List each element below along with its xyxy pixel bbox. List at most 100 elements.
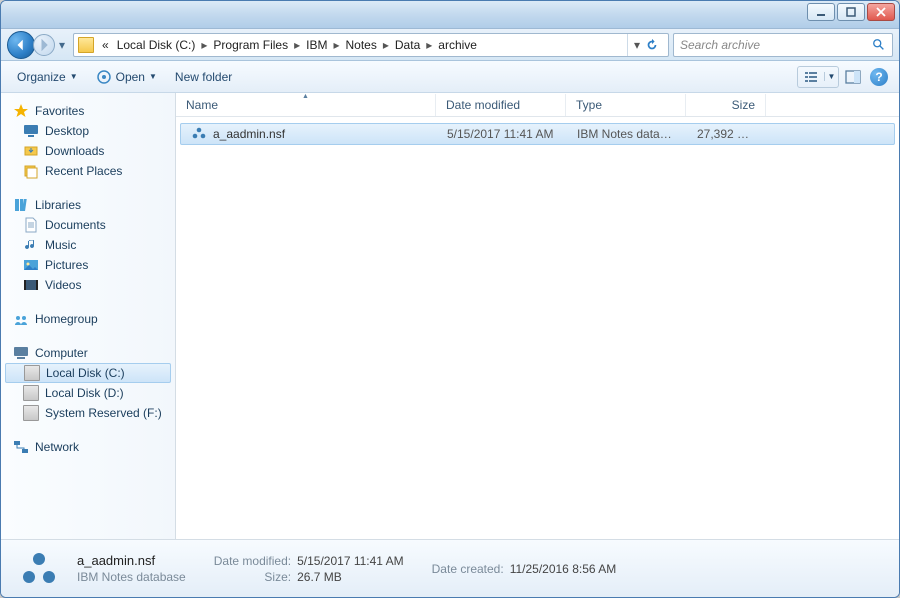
help-button[interactable]: ? (867, 65, 891, 89)
help-icon: ? (870, 68, 888, 86)
view-mode-selector[interactable]: ▼ (797, 66, 839, 88)
preview-pane-button[interactable] (841, 65, 865, 89)
libraries-label: Libraries (35, 198, 81, 212)
titlebar (1, 1, 899, 29)
minimize-button[interactable] (807, 3, 835, 21)
sidebar-item-label: Documents (45, 218, 106, 232)
homegroup-header[interactable]: Homegroup (1, 309, 175, 329)
favorites-group: Favorites Desktop Downloads Recent Place… (1, 101, 175, 181)
details-filename: a_aadmin.nsf (77, 553, 186, 568)
organize-button[interactable]: Organize ▼ (9, 66, 86, 88)
address-right-controls: ▾ (627, 34, 664, 56)
network-header[interactable]: Network (1, 437, 175, 457)
homegroup-group: Homegroup (1, 309, 175, 329)
chevron-right-icon: ▸ (292, 38, 302, 52)
favorites-label: Favorites (35, 104, 84, 118)
maximize-button[interactable] (837, 3, 865, 21)
favorites-header[interactable]: Favorites (1, 101, 175, 121)
nav-buttons: ▾ (7, 31, 69, 59)
pictures-icon (23, 257, 39, 273)
sidebar-item-desktop[interactable]: Desktop (1, 121, 175, 141)
breadcrumb-item[interactable]: IBM (302, 38, 331, 52)
details-size-value: 26.7 MB (297, 570, 404, 584)
details-name-block: a_aadmin.nsf IBM Notes database (77, 553, 186, 584)
details-attrs-2: Date created: 11/25/2016 8:56 AM (432, 562, 617, 576)
column-label: Date modified (446, 98, 520, 112)
breadcrumb-item[interactable]: Data (391, 38, 424, 52)
close-button[interactable] (867, 3, 895, 21)
chevron-right-icon: ▸ (331, 38, 341, 52)
libraries-group: Libraries Documents Music Pictures Video… (1, 195, 175, 295)
column-name[interactable]: Name ▲ (176, 94, 436, 116)
details-pane: a_aadmin.nsf IBM Notes database Date mod… (1, 539, 899, 597)
navigation-pane: Favorites Desktop Downloads Recent Place… (1, 93, 176, 539)
star-icon (13, 103, 29, 119)
column-headers: Name ▲ Date modified Type Size (176, 93, 899, 117)
search-icon (872, 38, 886, 52)
view-icon[interactable] (798, 70, 824, 84)
sidebar-item-videos[interactable]: Videos (1, 275, 175, 295)
libraries-icon (13, 197, 29, 213)
address-bar: ▾ « Local Disk (C:) ▸ Program Files ▸ IB… (1, 29, 899, 61)
open-button[interactable]: Open ▼ (88, 65, 165, 89)
forward-button[interactable] (33, 34, 55, 56)
sidebar-item-drive-c[interactable]: Local Disk (C:) (5, 363, 171, 383)
sidebar-item-label: Music (45, 238, 76, 252)
organize-label: Organize (17, 70, 66, 84)
view-dropdown[interactable]: ▼ (824, 72, 838, 81)
window-controls (807, 3, 895, 21)
sidebar-item-music[interactable]: Music (1, 235, 175, 255)
sidebar-item-label: Desktop (45, 124, 89, 138)
sidebar-item-downloads[interactable]: Downloads (1, 141, 175, 161)
drive-icon (23, 385, 39, 401)
refresh-button[interactable] (644, 37, 660, 53)
nav-history-dropdown[interactable]: ▾ (55, 35, 69, 55)
sidebar-item-drive-f[interactable]: System Reserved (F:) (1, 403, 175, 423)
sidebar-item-recent[interactable]: Recent Places (1, 161, 175, 181)
file-type-cell: IBM Notes database (567, 127, 687, 141)
details-filekind: IBM Notes database (77, 570, 186, 584)
file-large-icon (17, 547, 61, 591)
sidebar-item-pictures[interactable]: Pictures (1, 255, 175, 275)
drive-icon (24, 365, 40, 381)
back-button[interactable] (7, 31, 35, 59)
column-date[interactable]: Date modified (436, 94, 566, 116)
chevron-down-icon: ▼ (70, 72, 78, 81)
details-modified-value: 5/15/2017 11:41 AM (297, 554, 404, 568)
drive-icon (23, 405, 39, 421)
sidebar-item-drive-d[interactable]: Local Disk (D:) (1, 383, 175, 403)
column-type[interactable]: Type (566, 94, 686, 116)
search-input[interactable]: Search archive (673, 33, 893, 57)
file-name-cell: a_aadmin.nsf (181, 126, 437, 142)
sidebar-item-label: System Reserved (F:) (45, 406, 162, 420)
content-area: Favorites Desktop Downloads Recent Place… (1, 93, 899, 539)
file-row[interactable]: a_aadmin.nsf 5/15/2017 11:41 AM IBM Note… (180, 123, 895, 145)
column-label: Name (186, 98, 218, 112)
breadcrumb-item[interactable]: Program Files (209, 38, 292, 52)
videos-icon (23, 277, 39, 293)
details-created-value: 11/25/2016 8:56 AM (510, 562, 617, 576)
breadcrumb-item[interactable]: Notes (342, 38, 381, 52)
libraries-header[interactable]: Libraries (1, 195, 175, 215)
downloads-icon (23, 143, 39, 159)
chevron-right-icon: ▸ (381, 38, 391, 52)
homegroup-icon (13, 311, 29, 327)
computer-header[interactable]: Computer (1, 343, 175, 363)
new-folder-button[interactable]: New folder (167, 66, 240, 88)
explorer-window: ▾ « Local Disk (C:) ▸ Program Files ▸ IB… (0, 0, 900, 598)
address-dropdown[interactable]: ▾ (634, 38, 640, 52)
file-size-cell: 27,392 KB (687, 127, 763, 141)
details-created-label: Date created: (432, 562, 504, 576)
sidebar-item-documents[interactable]: Documents (1, 215, 175, 235)
column-size[interactable]: Size (686, 94, 766, 116)
computer-icon (13, 345, 29, 361)
homegroup-label: Homegroup (35, 312, 98, 326)
network-group: Network (1, 437, 175, 457)
folder-icon (78, 37, 94, 53)
sidebar-item-label: Recent Places (45, 164, 122, 178)
column-label: Type (576, 98, 602, 112)
breadcrumb-item[interactable]: archive (434, 38, 481, 52)
new-folder-label: New folder (175, 70, 232, 84)
breadcrumb-item[interactable]: Local Disk (C:) (113, 38, 200, 52)
breadcrumb[interactable]: « Local Disk (C:) ▸ Program Files ▸ IBM … (73, 33, 669, 57)
